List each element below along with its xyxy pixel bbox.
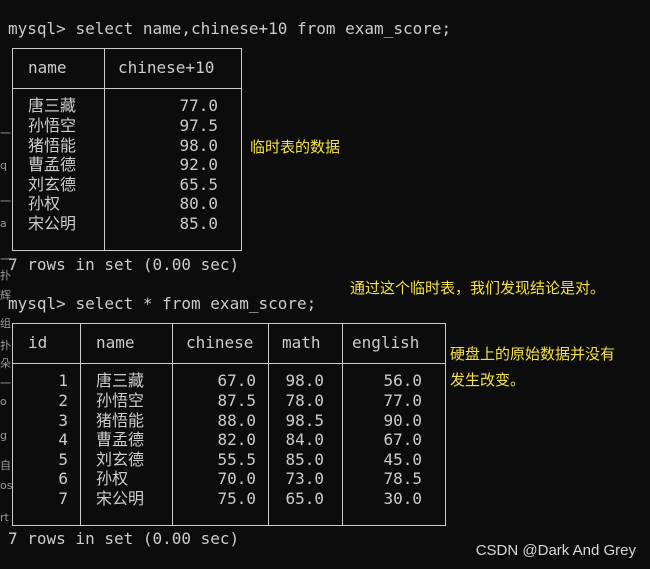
column-header-math: math (282, 333, 321, 352)
table-cell-name: 孙悟空 (28, 116, 77, 135)
table-cell-math: 65.0 (285, 489, 324, 508)
table-cell-english: 45.0 (383, 450, 422, 469)
sql-text: select name,chinese+10 from exam_score; (75, 19, 452, 38)
column-header-chinese-plus-10: chinese+10 (118, 58, 215, 77)
query2-header-divider (12, 363, 445, 364)
table-cell-chinese: 82.0 (217, 430, 256, 449)
table-cell-name: 孙权 (28, 194, 61, 213)
table-cell-id: 7 (58, 489, 68, 508)
query2-command-line: mysql> select * from exam_score; (8, 294, 316, 314)
table-cell-math: 84.0 (285, 430, 324, 449)
table-cell-english: 30.0 (383, 489, 422, 508)
table-cell-id: 4 (58, 430, 68, 449)
column-header-english: english (352, 333, 420, 352)
table-cell-value: 98.0 (179, 136, 218, 155)
table-cell-name: 孙悟空 (96, 391, 145, 410)
column-header-name: name (96, 333, 135, 352)
query1-header-divider (12, 88, 241, 89)
table-cell-math: 98.0 (285, 371, 324, 390)
table-cell-value: 65.5 (179, 175, 218, 194)
annotation-conclusion: 通过这个临时表，我们发现结论是对。 (350, 279, 606, 297)
table-cell-id: 5 (58, 450, 68, 469)
table-cell-name: 宋公明 (28, 214, 77, 233)
table-cell-name: 孙权 (96, 469, 129, 488)
column-header-id: id (28, 333, 48, 352)
table-cell-name: 曹孟德 (28, 155, 77, 174)
column-header-name: name (28, 58, 67, 77)
table-cell-english: 67.0 (383, 430, 422, 449)
table-cell-name: 唐三藏 (28, 96, 77, 115)
watermark: CSDN @Dark And Grey (475, 542, 636, 559)
table-cell-chinese: 67.0 (217, 371, 256, 390)
query1-command-line: mysql> select name,chinese+10 from exam_… (8, 19, 451, 39)
table-cell-math: 85.0 (285, 450, 324, 469)
query2-column-divider (172, 323, 173, 525)
table-cell-id: 2 (58, 391, 68, 410)
table-cell-name: 刘玄德 (28, 175, 77, 194)
table-cell-english: 78.5 (383, 469, 422, 488)
table-cell-name: 猪悟能 (96, 411, 145, 430)
table-cell-id: 6 (58, 469, 68, 488)
table-cell-id: 3 (58, 411, 68, 430)
table-cell-chinese: 55.5 (217, 450, 256, 469)
annotation-disk-line2: 发生改变。 (450, 371, 526, 389)
table-cell-english: 77.0 (383, 391, 422, 410)
table-cell-value: 92.0 (179, 155, 218, 174)
table-cell-chinese: 70.0 (217, 469, 256, 488)
table-cell-english: 56.0 (383, 371, 422, 390)
query2-column-divider (342, 323, 343, 525)
table-cell-chinese: 87.5 (217, 391, 256, 410)
query2-result-line: 7 rows in set (0.00 sec) (8, 529, 240, 548)
terminal-window[interactable]: mysql> select name,chinese+10 from exam_… (8, 0, 650, 569)
column-header-chinese: chinese (186, 333, 254, 352)
table-cell-name: 宋公明 (96, 489, 145, 508)
table-cell-math: 98.5 (285, 411, 324, 430)
table-cell-value: 80.0 (179, 194, 218, 213)
table-cell-name: 猪悟能 (28, 136, 77, 155)
table-cell-value: 77.0 (179, 96, 218, 115)
left-edge-strip: 一 q 一 a 一 扑 辉 组 扑 朵 一 o g 自 os rt (0, 0, 12, 569)
table-cell-name: 曹孟德 (96, 430, 145, 449)
table-cell-english: 90.0 (383, 411, 422, 430)
table-cell-chinese: 88.0 (217, 411, 256, 430)
table-cell-value: 97.5 (179, 116, 218, 135)
sql-text: select * from exam_score; (75, 294, 317, 313)
table-cell-value: 85.0 (179, 214, 218, 233)
prompt: mysql> (8, 294, 66, 313)
table-cell-name: 刘玄德 (96, 450, 145, 469)
table-cell-math: 73.0 (285, 469, 324, 488)
table-cell-chinese: 75.0 (217, 489, 256, 508)
prompt: mysql> (8, 19, 66, 38)
table-cell-id: 1 (58, 371, 68, 390)
table-cell-math: 78.0 (285, 391, 324, 410)
annotation-temp-table: 临时表的数据 (250, 138, 341, 156)
table-cell-name: 唐三藏 (96, 371, 145, 390)
annotation-disk-line1: 硬盘上的原始数据并没有 (450, 345, 616, 363)
query2-column-divider (268, 323, 269, 525)
query2-column-divider (80, 323, 81, 525)
query1-result-line: 7 rows in set (0.00 sec) (8, 255, 240, 274)
query1-column-divider (104, 48, 105, 250)
